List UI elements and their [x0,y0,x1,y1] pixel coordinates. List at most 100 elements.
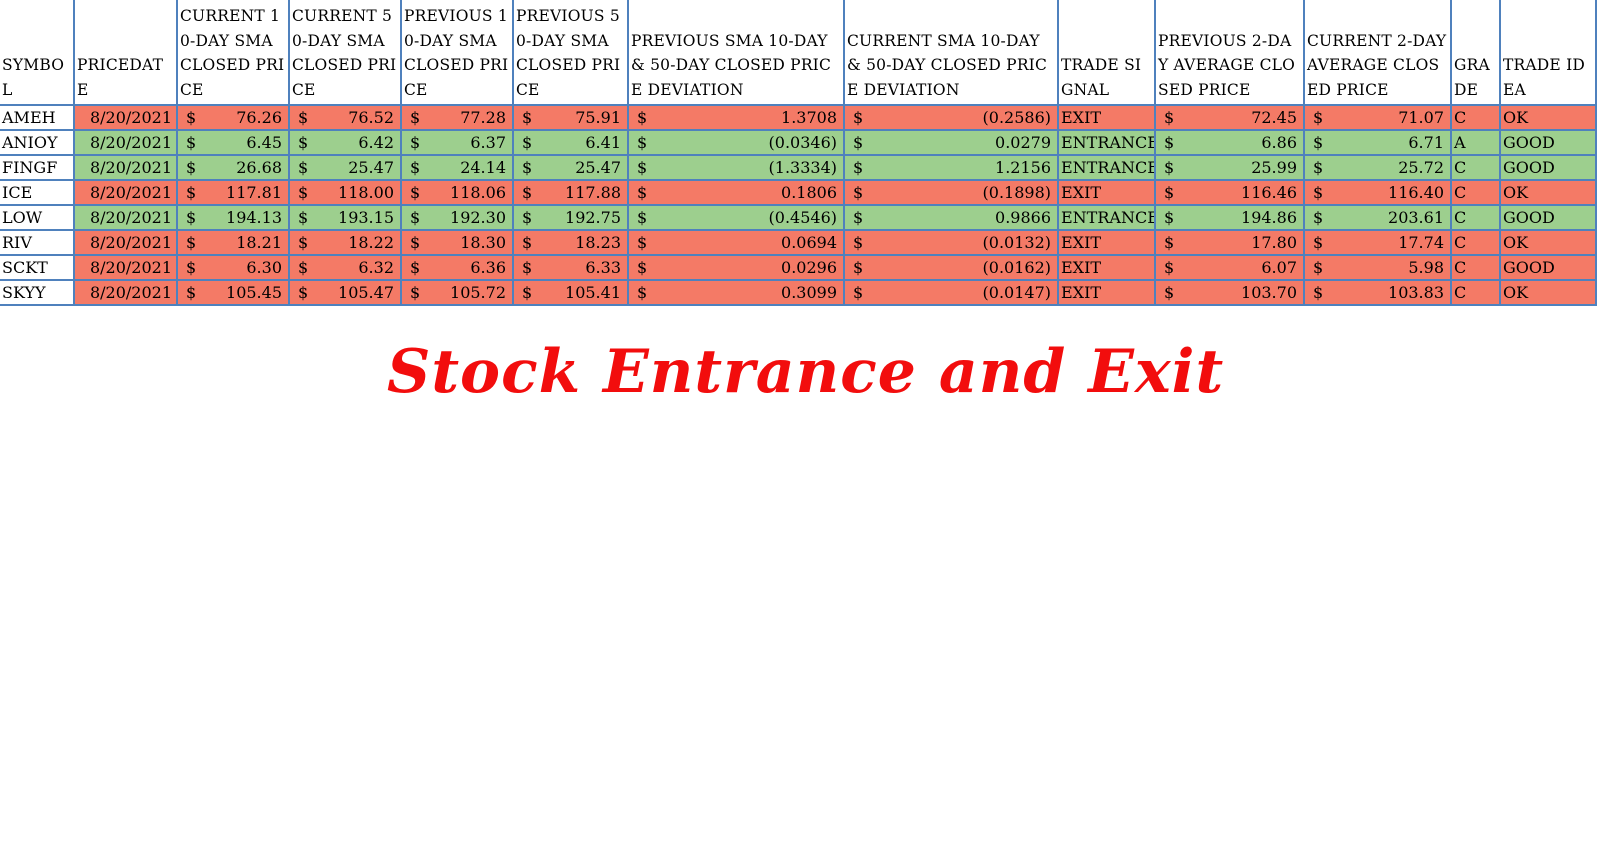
cell-curdev[interactable]: $ (0.0162) [843,254,1059,281]
cell-symbol[interactable]: FINGF [0,154,75,181]
cell-cur2[interactable]: $6.71 [1303,129,1452,156]
cell-prev2[interactable]: $6.86 [1154,129,1305,156]
cell-prev10[interactable]: $18.30 [400,229,514,256]
cell-prev50[interactable]: $75.91 [512,104,629,131]
cell-grade[interactable]: C [1450,204,1501,231]
header-previous-10-day-sma[interactable]: PREVIOUS 10-DAY SMA CLOSED PRICE [400,0,514,106]
table-row[interactable]: LOW 8/20/2021 $194.13 $193.15 $192.30 $192.75… [0,204,1597,231]
cell-prevdev[interactable]: $0.3099 [627,279,845,306]
cell-trade-idea[interactable]: OK [1499,104,1597,131]
header-pricedate[interactable]: PRICEDATE [73,0,178,106]
cell-curdev[interactable]: $ (0.0132) [843,229,1059,256]
cell-trade-idea[interactable]: OK [1499,179,1597,206]
cell-symbol[interactable]: ICE [0,179,75,206]
cell-grade[interactable]: C [1450,279,1501,306]
cell-cur50[interactable]: $105.47 [288,279,402,306]
cell-grade[interactable]: C [1450,254,1501,281]
cell-prev50[interactable]: $6.33 [512,254,629,281]
cell-pricedate[interactable]: 8/20/2021 [73,204,178,231]
cell-cur50[interactable]: $6.32 [288,254,402,281]
cell-prev10[interactable]: $105.72 [400,279,514,306]
cell-prevdev[interactable]: $0.1806 [627,179,845,206]
cell-prev50[interactable]: $18.23 [512,229,629,256]
header-trade-idea[interactable]: TRADE IDEA [1499,0,1597,106]
cell-symbol[interactable]: SKYY [0,279,75,306]
cell-cur50[interactable]: $118.00 [288,179,402,206]
cell-prevdev[interactable]: $1.3708 [627,104,845,131]
cell-cur10[interactable]: $194.13 [176,204,290,231]
cell-prev2[interactable]: $116.46 [1154,179,1305,206]
cell-cur2[interactable]: $71.07 [1303,104,1452,131]
cell-trade-idea[interactable]: GOOD [1499,204,1597,231]
cell-prev50[interactable]: $117.88 [512,179,629,206]
cell-trade-signal[interactable]: EXIT [1057,279,1156,306]
header-symbol[interactable]: SYMBOL [0,0,75,106]
table-row[interactable]: RIV 8/20/2021 $18.21 $18.22 $18.30 $18.23 $0.0… [0,229,1597,256]
header-previous-2-day-average[interactable]: PREVIOUS 2-DAY AVERAGE CLOSED PRICE [1154,0,1305,106]
cell-prev10[interactable]: $24.14 [400,154,514,181]
cell-pricedate[interactable]: 8/20/2021 [73,179,178,206]
cell-cur50[interactable]: $76.52 [288,104,402,131]
cell-prev50[interactable]: $192.75 [512,204,629,231]
cell-trade-idea[interactable]: GOOD [1499,154,1597,181]
cell-symbol[interactable]: LOW [0,204,75,231]
cell-grade[interactable]: C [1450,179,1501,206]
cell-cur10[interactable]: $6.30 [176,254,290,281]
cell-trade-signal[interactable]: EXIT [1057,104,1156,131]
table-row[interactable]: SCKT 8/20/2021 $6.30 $6.32 $6.36 $6.33 $0.0296… [0,254,1597,281]
cell-cur50[interactable]: $193.15 [288,204,402,231]
cell-prevdev[interactable]: $0.0694 [627,229,845,256]
cell-trade-signal[interactable]: EXIT [1057,254,1156,281]
cell-cur10[interactable]: $6.45 [176,129,290,156]
cell-prev2[interactable]: $72.45 [1154,104,1305,131]
cell-cur10[interactable]: $105.45 [176,279,290,306]
header-previous-50-day-sma[interactable]: PREVIOUS 50-DAY SMA CLOSED PRICE [512,0,629,106]
cell-cur2[interactable]: $203.61 [1303,204,1452,231]
cell-cur2[interactable]: $116.40 [1303,179,1452,206]
cell-cur10[interactable]: $117.81 [176,179,290,206]
cell-pricedate[interactable]: 8/20/2021 [73,229,178,256]
cell-symbol[interactable]: RIV [0,229,75,256]
cell-prev2[interactable]: $103.70 [1154,279,1305,306]
cell-grade[interactable]: C [1450,229,1501,256]
header-current-10-day-sma[interactable]: CURRENT 10-DAY SMA CLOSED PRICE [176,0,290,106]
cell-symbol[interactable]: AMEH [0,104,75,131]
cell-pricedate[interactable]: 8/20/2021 [73,154,178,181]
cell-trade-idea[interactable]: GOOD [1499,129,1597,156]
table-row[interactable]: ANIOY 8/20/2021 $6.45 $6.42 $6.37 $6.41 $ (0.03… [0,129,1597,156]
cell-prev50[interactable]: $25.47 [512,154,629,181]
cell-pricedate[interactable]: 8/20/2021 [73,254,178,281]
cell-trade-idea[interactable]: OK [1499,229,1597,256]
cell-prevdev[interactable]: $0.0296 [627,254,845,281]
cell-prevdev[interactable]: $ (0.0346) [627,129,845,156]
cell-pricedate[interactable]: 8/20/2021 [73,104,178,131]
cell-curdev[interactable]: $0.0279 [843,129,1059,156]
cell-trade-signal[interactable]: ENTRANCE [1057,129,1156,156]
cell-grade[interactable]: A [1450,129,1501,156]
cell-trade-signal[interactable]: ENTRANCE [1057,154,1156,181]
table-row[interactable]: FINGF 8/20/2021 $26.68 $25.47 $24.14 $25.47 $(… [0,154,1597,181]
cell-cur10[interactable]: $18.21 [176,229,290,256]
cell-prev2[interactable]: $6.07 [1154,254,1305,281]
cell-curdev[interactable]: $ (0.1898) [843,179,1059,206]
cell-trade-signal[interactable]: EXIT [1057,179,1156,206]
cell-cur2[interactable]: $17.74 [1303,229,1452,256]
cell-trade-signal[interactable]: ENTRANCE [1057,204,1156,231]
cell-cur2[interactable]: $5.98 [1303,254,1452,281]
cell-symbol[interactable]: ANIOY [0,129,75,156]
cell-trade-idea[interactable]: OK [1499,279,1597,306]
cell-cur10[interactable]: $76.26 [176,104,290,131]
cell-prev50[interactable]: $6.41 [512,129,629,156]
cell-prevdev[interactable]: $ (1.3334) [627,154,845,181]
cell-trade-idea[interactable]: GOOD [1499,254,1597,281]
header-grade[interactable]: GRADE [1450,0,1501,106]
cell-curdev[interactable]: $1.2156 [843,154,1059,181]
cell-prev50[interactable]: $105.41 [512,279,629,306]
cell-curdev[interactable]: $0.9866 [843,204,1059,231]
cell-symbol[interactable]: SCKT [0,254,75,281]
cell-pricedate[interactable]: 8/20/2021 [73,279,178,306]
cell-grade[interactable]: C [1450,154,1501,181]
cell-prev10[interactable]: $6.37 [400,129,514,156]
cell-cur2[interactable]: $25.72 [1303,154,1452,181]
cell-trade-signal[interactable]: EXIT [1057,229,1156,256]
